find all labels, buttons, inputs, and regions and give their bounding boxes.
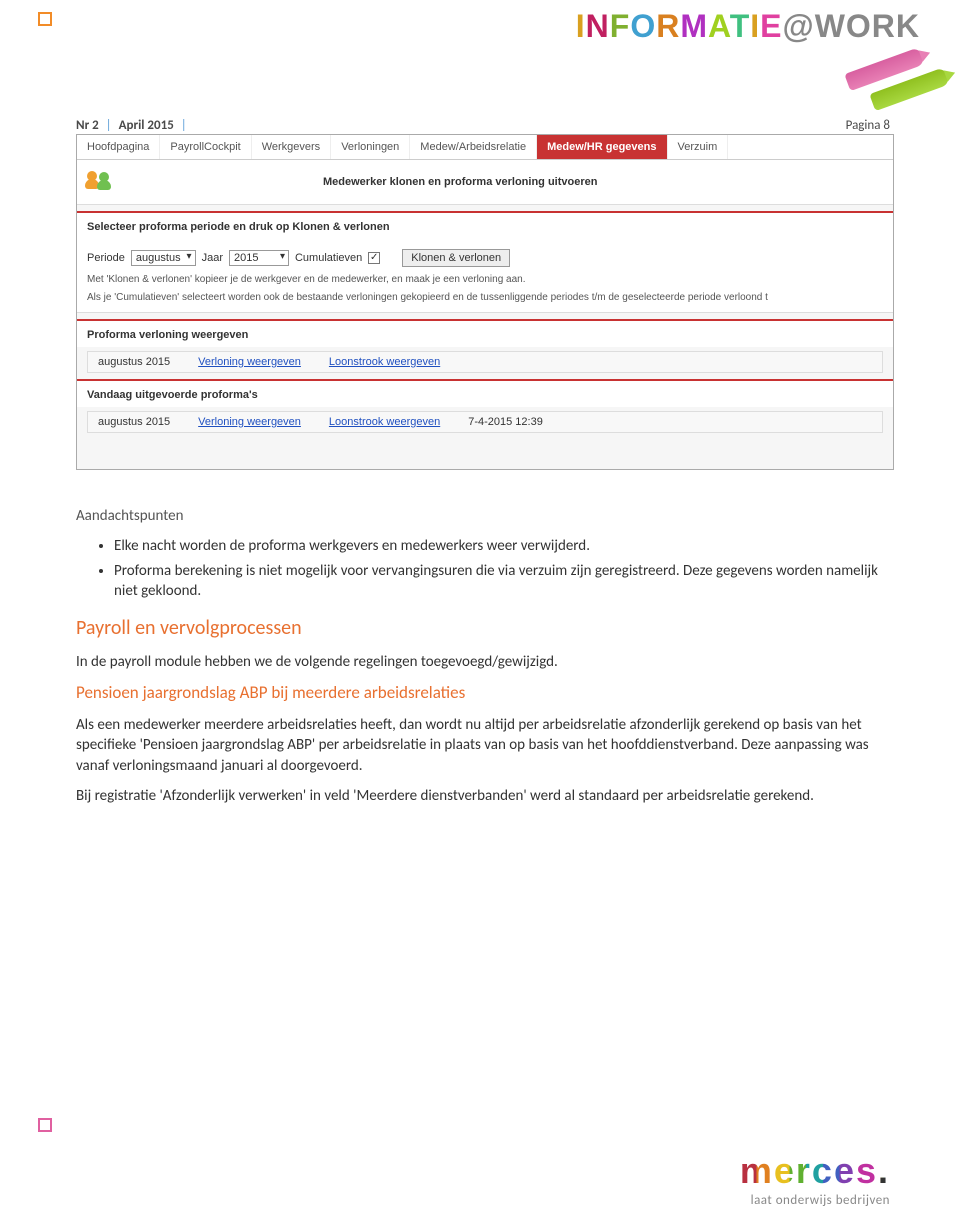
help-text-2: Als je 'Cumulatieven' selecteert worden … <box>87 291 883 305</box>
logo-work: WORK <box>815 8 920 44</box>
page-title: Medewerker klonen en proforma verloning … <box>323 176 597 188</box>
heading-aandachtspunten: Aandachtspunten <box>76 506 890 526</box>
link-loonstrook-weergeven[interactable]: Loonstrook weergeven <box>329 356 440 368</box>
merces-payoff: laat onderwijs bedrijven <box>740 1193 890 1208</box>
klonen-verlonen-button[interactable]: Klonen & verlonen <box>402 249 510 267</box>
issue-number: Nr 2 <box>76 118 99 133</box>
footer: merces. laat onderwijs bedrijven <box>740 1153 890 1208</box>
list-item: Elke nacht worden de proforma werkgevers… <box>114 536 890 556</box>
logo-glyph: R <box>656 8 680 44</box>
highlighter-graphic <box>830 55 960 105</box>
logo-glyph: A <box>708 8 730 44</box>
paragraph: In de payroll module hebben we de volgen… <box>76 652 890 672</box>
logo-glyph: I <box>750 8 760 44</box>
link-loonstrook-weergeven[interactable]: Loonstrook weergeven <box>329 416 440 428</box>
link-verloning-weergeven[interactable]: Verloning weergeven <box>198 356 301 368</box>
section-proforma-weergeven: Proforma verloning weergeven <box>77 319 893 347</box>
label-jaar: Jaar <box>202 252 223 264</box>
tab-bar: Hoofdpagina PayrollCockpit Werkgevers Ve… <box>77 135 893 160</box>
cell-timestamp: 7-4-2015 12:39 <box>468 416 543 428</box>
app-screenshot: Hoofdpagina PayrollCockpit Werkgevers Ve… <box>76 134 894 470</box>
table-row: augustus 2015 Verloning weergeven Loonst… <box>87 411 883 433</box>
page-number: Pagina 8 <box>846 118 890 133</box>
label-periode: Periode <box>87 252 125 264</box>
logo-at: @ <box>782 8 814 44</box>
issue-month: April 2015 <box>119 118 174 133</box>
table-row: augustus 2015 Verloning weergeven Loonst… <box>87 351 883 373</box>
tab-werkgevers[interactable]: Werkgevers <box>252 135 331 159</box>
logo-glyph: I <box>576 8 586 44</box>
cell-period: augustus 2015 <box>98 356 170 368</box>
separator: | <box>106 118 112 133</box>
logo-glyph: M <box>680 8 708 44</box>
section-select-period: Selecteer proforma periode en druk op Kl… <box>77 211 893 239</box>
decorative-square-top <box>38 12 52 26</box>
paragraph: Bij registratie 'Afzonderlijk verwerken'… <box>76 786 890 806</box>
tab-payrollcockpit[interactable]: PayrollCockpit <box>160 135 251 159</box>
link-verloning-weergeven[interactable]: Verloning weergeven <box>198 416 301 428</box>
list-item: Proforma berekening is niet mogelijk voo… <box>114 561 890 602</box>
help-text-1: Met 'Klonen & verlonen' kopieer je de we… <box>87 273 883 287</box>
logo-glyph: T <box>730 8 751 44</box>
tab-medew-hr-gegevens[interactable]: Medew/HR gegevens <box>537 135 667 159</box>
cell-period: augustus 2015 <box>98 416 170 428</box>
section-vandaag-uitgevoerd: Vandaag uitgevoerde proforma's <box>77 379 893 407</box>
separator: | <box>181 118 187 133</box>
heading-payroll: Payroll en vervolgprocessen <box>76 615 890 642</box>
tab-verloningen[interactable]: Verloningen <box>331 135 410 159</box>
brand-logo: INFORMATIE@WORK <box>576 8 920 45</box>
checkbox-cumulatieven[interactable]: ✓ <box>368 252 380 264</box>
decorative-square-bottom <box>38 1118 52 1132</box>
merces-dot: . <box>878 1150 890 1191</box>
article-body: Aandachtspunten Elke nacht worden de pro… <box>76 500 890 816</box>
logo-glyph: O <box>630 8 656 44</box>
merces-word: merces <box>740 1150 878 1191</box>
merces-logo: merces. <box>740 1153 890 1189</box>
select-jaar[interactable]: 2015 <box>229 250 289 266</box>
label-cumulatieven: Cumulatieven <box>295 252 362 264</box>
issue-bar: Nr 2 | April 2015 | Pagina 8 <box>76 118 890 133</box>
logo-glyph: F <box>610 8 631 44</box>
logo-glyph: E <box>760 8 782 44</box>
heading-pensioen: Pensioen jaargrondslag ABP bij meerdere … <box>76 682 890 705</box>
people-icon <box>85 170 113 194</box>
tab-hoofdpagina[interactable]: Hoofdpagina <box>77 135 160 159</box>
select-periode[interactable]: augustus <box>131 250 196 266</box>
tab-verzuim[interactable]: Verzuim <box>668 135 729 159</box>
tab-medew-arbeidsrelatie[interactable]: Medew/Arbeidsrelatie <box>410 135 537 159</box>
logo-glyph: N <box>586 8 610 44</box>
paragraph: Als een medewerker meerdere arbeidsrelat… <box>76 715 890 776</box>
